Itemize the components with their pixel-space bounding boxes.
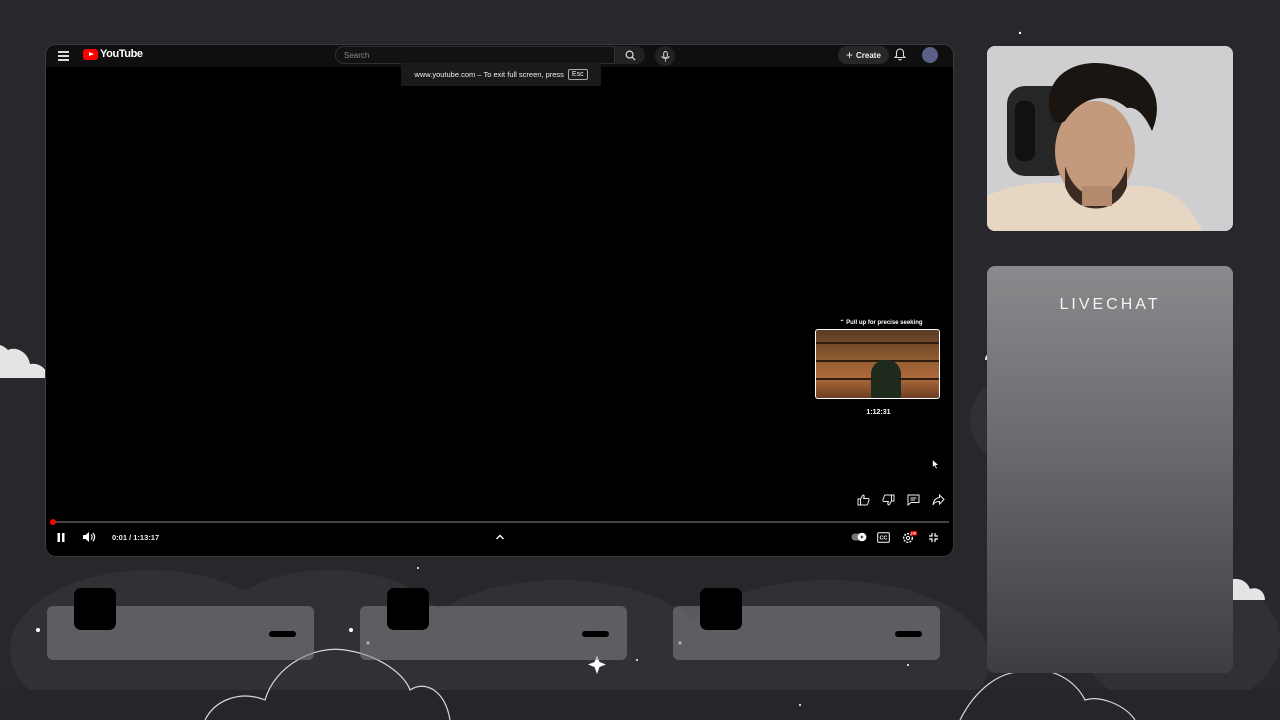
search-input[interactable]: Search (335, 46, 615, 64)
webcam-image (987, 46, 1233, 231)
livechat-title: LIVECHAT (1059, 296, 1161, 313)
youtube-player[interactable]: YouTube Search + Create www.youtube.com … (46, 45, 953, 556)
seek-preview-thumbnail (815, 329, 940, 399)
exit-fullscreen-icon (929, 532, 938, 542)
action-icons (854, 491, 947, 509)
card-icon-placeholder (700, 588, 742, 630)
settings-badge: HD (911, 531, 916, 535)
create-label: Create (856, 50, 881, 60)
info-card-1 (47, 588, 314, 660)
seek-preview-time: 1:12:31 (866, 409, 891, 416)
autoplay-toggle-icon (851, 532, 867, 542)
captions-icon: CC (877, 531, 890, 543)
pause-icon (57, 532, 65, 542)
progress-knob[interactable] (50, 519, 56, 525)
progress-bar[interactable] (50, 519, 949, 525)
like-icon[interactable] (854, 491, 872, 509)
youtube-logo-text: YouTube (100, 48, 143, 60)
captions-label: CC (880, 535, 888, 541)
settings-icon: HD (902, 530, 917, 543)
exit-fullscreen-button[interactable] (928, 529, 939, 545)
create-button[interactable]: + Create (838, 46, 889, 64)
volume-icon (83, 532, 96, 542)
voice-search-button[interactable] (655, 46, 675, 66)
expand-chevron-button[interactable] (495, 529, 505, 545)
seek-hint: ⌃ Pull up for precise seeking (839, 320, 923, 326)
plus-icon: + (846, 48, 854, 62)
settings-button[interactable]: HD (902, 529, 917, 545)
share-icon[interactable] (929, 491, 947, 509)
search-icon (625, 50, 636, 61)
dislike-icon[interactable] (879, 491, 897, 509)
card-icon-placeholder (74, 588, 116, 630)
pause-button[interactable] (56, 529, 66, 545)
player-controls: 0:01 / 1:13:17 CC HD (46, 527, 953, 547)
captions-button[interactable]: CC (877, 529, 890, 545)
info-card-3 (673, 588, 940, 660)
autoplay-toggle[interactable] (851, 529, 867, 545)
chevron-up-icon (496, 534, 504, 540)
youtube-play-logo-icon (83, 48, 98, 60)
card-dash (269, 631, 296, 637)
card-icon-placeholder (387, 588, 429, 630)
bell-icon[interactable] (893, 48, 907, 66)
avatar[interactable] (922, 47, 938, 63)
card-dash (895, 631, 922, 637)
youtube-logo[interactable]: YouTube (83, 48, 143, 60)
hamburger-icon[interactable] (58, 51, 69, 61)
fullscreen-toast-text: www.youtube.com – To exit full screen, p… (414, 70, 564, 79)
card-dash (582, 631, 609, 637)
time-display: 0:01 / 1:13:17 (112, 532, 160, 542)
esc-key-badge: Esc (567, 69, 588, 80)
webcam-feed (987, 46, 1233, 231)
comment-icon[interactable] (904, 491, 922, 509)
search-button[interactable] (615, 46, 645, 64)
info-card-2 (360, 588, 627, 660)
fullscreen-toast: www.youtube.com – To exit full screen, p… (401, 63, 601, 86)
livechat-panel: LIVECHAT (987, 266, 1233, 673)
volume-button[interactable] (82, 529, 96, 545)
mouse-cursor-icon (932, 459, 940, 470)
mic-icon (660, 50, 670, 61)
